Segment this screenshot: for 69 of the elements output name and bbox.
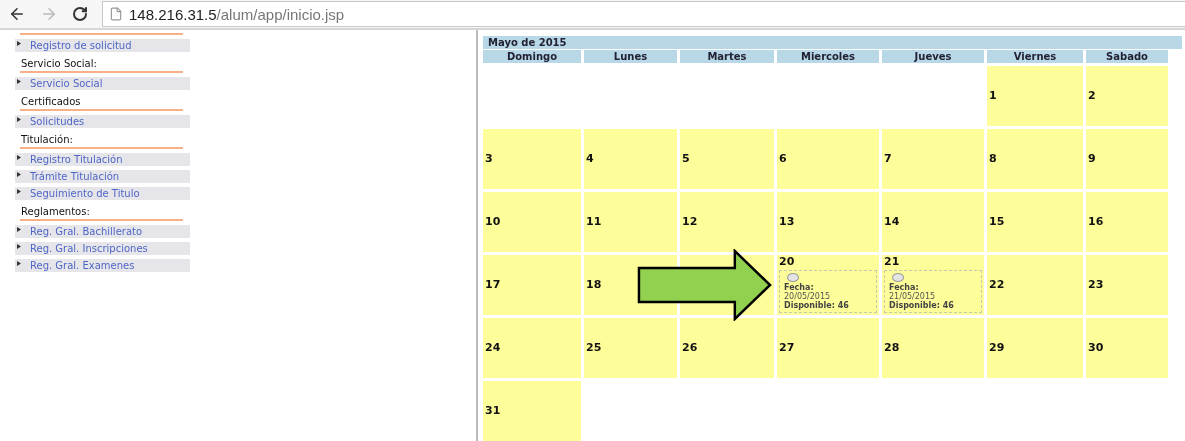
triangle-icon [17,117,21,122]
weekday-header: Domingo [483,50,581,63]
day-cell: 7 [882,129,984,189]
day-cell: 24 [483,318,581,378]
menu-link[interactable]: Registro de solicitud [15,39,190,52]
day-cell: 5 [680,129,774,189]
day-cell: 8 [987,129,1083,189]
day-cell: 25 [584,318,677,378]
weekday-header: Martes [680,50,774,63]
day-cell: 9 [1086,129,1168,189]
menu-link[interactable]: Servicio Social [15,77,190,90]
weekday-header: Miercoles [777,50,879,63]
menu-link[interactable]: Seguimiento de Titulo [15,187,190,200]
forward-icon[interactable] [40,5,58,23]
day-cell: 11 [584,192,677,252]
day-cell: 30 [1086,318,1168,378]
day-cell: 22 [987,255,1083,315]
arrow-icon [637,249,772,321]
day-cell: 2 [1086,66,1168,126]
day-cell: 10 [483,192,581,252]
day-cell: 12 [680,192,774,252]
triangle-icon [17,189,21,194]
triangle-icon [17,227,21,232]
day-cell: 27 [777,318,879,378]
back-icon[interactable] [8,5,26,23]
day-cell: 28 [882,318,984,378]
triangle-icon [17,261,21,266]
menu-link[interactable]: Reg. Gral. Examenes [15,259,190,272]
day-cell: 29 [987,318,1083,378]
triangle-icon [17,244,21,249]
day-cell: 20 Fecha: 20/05/2015 Disponible: 46 [777,255,879,315]
day-cell: 31 [483,381,581,441]
reload-icon[interactable] [72,6,88,22]
day-cell: 23 [1086,255,1168,315]
appointment-slot[interactable]: Fecha: 21/05/2015 Disponible: 46 [884,270,982,313]
day-cell: 15 [987,192,1083,252]
month-title: Mayo de 2015 [483,36,1182,49]
day-cell: 21 Fecha: 21/05/2015 Disponible: 46 [882,255,984,315]
section-heading: Titulación: [21,134,74,147]
weekday-header: Viernes [987,50,1083,63]
triangle-icon [17,41,21,46]
page-icon [109,7,123,21]
radio-button[interactable] [892,273,904,282]
weekday-header: Jueves [882,50,984,63]
weekday-header: Lunes [584,50,677,63]
day-cell: 17 [483,255,581,315]
radio-button[interactable] [787,273,799,282]
day-cell: 1 [987,66,1083,126]
address-field[interactable]: 148.216.31.5/alum/app/inicio.jsp [102,1,1185,27]
day-cell: 16 [1086,192,1168,252]
day-cell: 26 [680,318,774,378]
menu-link[interactable]: Reg. Gral. Bachillerato [15,225,190,238]
section-heading: Reglamentos: [21,206,91,219]
day-cell: 3 [483,129,581,189]
menu-link[interactable]: Trámite Titulación [15,170,190,183]
triangle-icon [17,79,21,84]
menu-link[interactable]: Registro Titulación [15,153,190,166]
day-cell: 13 [777,192,879,252]
appointment-slot[interactable]: Fecha: 20/05/2015 Disponible: 46 [779,270,877,313]
triangle-icon [17,172,21,177]
menu-link[interactable]: Reg. Gral. Inscripciones [15,242,190,255]
day-cell: 4 [584,129,677,189]
section-heading: Certificados [21,96,82,109]
triangle-icon [17,155,21,160]
menu-link[interactable]: Solicitudes [15,115,190,128]
weekday-header: Sabado [1086,50,1168,63]
section-heading: Servicio Social: [21,58,98,71]
day-cell: 14 [882,192,984,252]
day-cell: 6 [777,129,879,189]
